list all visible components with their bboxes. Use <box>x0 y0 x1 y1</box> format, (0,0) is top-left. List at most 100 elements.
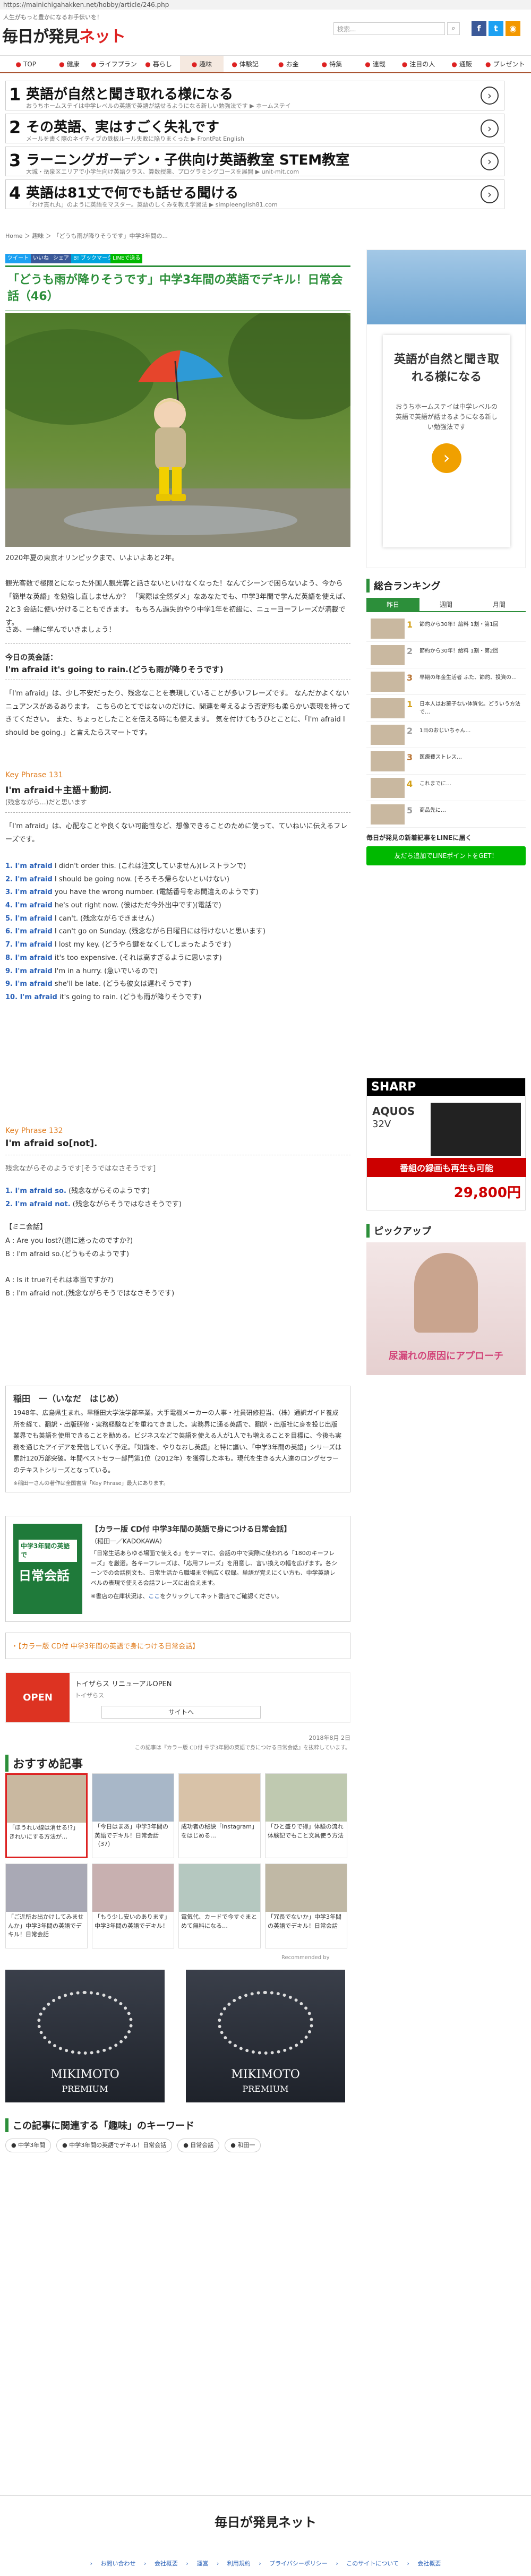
chevron-right-icon[interactable]: › <box>481 119 499 138</box>
text-ad-2[interactable]: 2 その英語、実はすごく失礼です メールを書く際のネイティブの鉄板ルール失敗に陥りま… <box>5 114 504 143</box>
logo-net: ネット <box>79 28 126 46</box>
recommend-card[interactable]: 成功者の秘訣「Instagram」をはじめる… <box>178 1773 261 1858</box>
book-description: 「日常生活あらゆる場面で使える」をテーマに、会話の中で実際に使われる「180のキ… <box>91 1550 338 1587</box>
nav-item-1[interactable]: ● 健康 <box>48 56 91 72</box>
share-button[interactable]: シェア <box>51 254 71 263</box>
toysrus-banner[interactable]: OPEN トイザらス リニューアルOPEN トイザらス サイトへ <box>5 1672 350 1723</box>
kp131-example: 3. I'm afraid you have the wrong number.… <box>5 886 350 899</box>
key-phrase-131-sub: (残念ながら…)だと思います <box>5 798 87 806</box>
ad-subtitle: 大城・岳泉区エリアで小学生向け英語クラス、算数授業、プログラミングコースを展開 … <box>26 168 299 175</box>
ranking-item[interactable]: 1 日本人はお菓子ない体質化。どういう方法で… <box>366 695 526 722</box>
nav-item-3[interactable]: ● 暮らし <box>137 56 181 72</box>
kp131-example: 1. I'm afraid I didn't order this. (これは注… <box>5 860 350 873</box>
site-logo[interactable]: 毎日が発見ネット <box>2 23 126 47</box>
example-rest: you have the wrong number. (電話番号をお間違えのよう… <box>52 888 259 897</box>
footer-link[interactable]: › 利用規約 <box>217 2560 259 2567</box>
pickup-ad[interactable]: 尿漏れの原因にアプローチ <box>366 1242 526 1375</box>
kp131-example: 10. I'm afraid it's going to rain. (どうも雨… <box>5 991 350 1004</box>
kp131-example: 8. I'm afraid it's too expensive. (それは高す… <box>5 952 350 965</box>
example-number: 8. <box>5 954 15 962</box>
nav-item-2[interactable]: ● ライフプラン <box>91 56 137 72</box>
nav-item-10[interactable]: ● 通販 <box>440 56 484 72</box>
breadcrumb[interactable]: Home ＞ 趣味 ＞ 「どうも雨が降りそうです」中学3年間の... <box>5 231 168 240</box>
hatena-button[interactable]: B! ブックマーク <box>71 254 115 263</box>
line-share-button[interactable]: LINEで送る <box>110 254 143 263</box>
chevron-right-icon[interactable]: › <box>481 152 499 170</box>
recommend-card[interactable]: 「ご近所お出かけしてみませんか」中学3年間の英語でデキル！日常会話 <box>5 1864 88 1948</box>
keyword-tag[interactable]: ● 中学3年間 <box>5 2139 52 2152</box>
mikimoto-ad-2[interactable]: MIKIMOTO PREMIUM <box>186 1970 345 2102</box>
example-rest: I'm in a hurry. (急いでいるので) <box>52 967 158 975</box>
nav-item-9[interactable]: ● 注目の人 <box>397 56 440 72</box>
ranking-item[interactable]: 2 1日のおじいちゃん… <box>366 722 526 748</box>
book-cover-image[interactable]: 中学3年間の英語で 日常会話 <box>13 1524 82 1614</box>
chevron-right-icon[interactable]: › <box>481 87 499 105</box>
global-nav: ● TOP ● 健康 ● ライフプラン ● 暮らし ● 趣味 ● 体験記 ● お金 ● 特集 ● 連載 ● 注目の人 ●… <box>0 55 531 73</box>
example-rest: it's going to rain. (どうも雨が降りそうです) <box>57 993 202 1001</box>
ranking-tab[interactable]: 月間 <box>473 598 526 611</box>
line-add-friend-button[interactable]: 友だち追加でLINEポイントをGET！ <box>366 846 526 865</box>
recommend-thumbnail <box>92 1774 174 1822</box>
text-ad-3[interactable]: 3 ラーニングガーデン・子供向け英語教室 STEM教室 大城・岳泉区エリアで小学生向… <box>5 147 504 176</box>
ranking-tab[interactable]: 週間 <box>419 598 473 611</box>
keyword-tag[interactable]: ● 和田一 <box>225 2139 261 2152</box>
ranking-line-text: 毎日が発見の新着記事をLINEに届く <box>366 834 472 842</box>
ranking-item[interactable]: 4 これまでに… <box>366 775 526 801</box>
footer-link[interactable]: › 会社概要 <box>407 2560 441 2567</box>
ranking-item[interactable]: 5 商品先に… <box>366 801 526 828</box>
recommend-card[interactable]: 「ひと盛りで得」体験の流れ体験記でもこと文具使う方法 <box>265 1773 347 1858</box>
pickup-image <box>414 1253 478 1333</box>
ranking-tab[interactable]: 昨日 <box>366 598 419 611</box>
sharp-price: 29,800円 <box>453 1185 521 1201</box>
chevron-right-icon[interactable]: › <box>481 185 499 203</box>
ranking-item[interactable]: 3 医療費ストレス… <box>366 748 526 775</box>
nav-item-5[interactable]: ● 体験記 <box>224 56 267 72</box>
search-input[interactable]: 検索... <box>333 22 445 35</box>
text-ad-1[interactable]: 1 英語が自然と聞き取れる様になる おうちホームステイは中学レベルの英語で英語が話せ… <box>5 81 504 110</box>
tweet-button[interactable]: ツイート <box>5 254 31 263</box>
ranking-title-text: 商品先に… <box>419 808 446 813</box>
like-button[interactable]: いいね <box>31 254 51 263</box>
nav-item-8[interactable]: ● 連載 <box>354 56 397 72</box>
footer-link[interactable]: › お問い合わせ <box>90 2560 144 2567</box>
twitter-icon[interactable]: t <box>489 21 503 36</box>
nav-item-6[interactable]: ● お金 <box>267 56 310 72</box>
side-ad[interactable]: 英語が自然と聞き取れる様になる おうちホームステイは中学レベルの英語で英語が話せ… <box>366 250 526 568</box>
mikimoto-ad-1[interactable]: MIKIMOTO PREMIUM <box>5 1970 165 2102</box>
footer-link[interactable]: › 会社概要 <box>144 2560 186 2567</box>
recommend-card[interactable]: 「冗長でないか」中学3年間の英語でデキル！日常会話 <box>265 1864 347 1948</box>
ad-number: 2 <box>9 117 21 138</box>
search-icon[interactable]: ⌕ <box>447 22 460 35</box>
book-store-link[interactable]: ここ <box>148 1593 160 1600</box>
ranking-item[interactable]: 3 早期の年金生活者 ふた、節約、投資の… <box>366 668 526 695</box>
example-rest: I didn't order this. (これは注文していません)(レストラン… <box>52 862 246 870</box>
ranking-item[interactable]: 1 節約から30年！給料 1割・第1回 <box>366 615 526 642</box>
keyword-tag[interactable]: ● 日常会話 <box>177 2139 220 2152</box>
recommend-card[interactable]: 電気代、カードで今すぐまとめて無料になる… <box>178 1864 261 1948</box>
nav-item-11[interactable]: ● プレゼント <box>483 56 527 72</box>
nav-item-7[interactable]: ● 特集 <box>310 56 354 72</box>
facebook-icon[interactable]: f <box>472 21 486 36</box>
rss-icon[interactable]: ◉ <box>506 21 520 36</box>
nav-item-4[interactable]: ● 趣味 <box>180 56 224 72</box>
footer-link[interactable]: › 運営 <box>186 2560 216 2567</box>
side-ad-arrow-button[interactable]: › <box>432 443 461 473</box>
related-book-link[interactable]: ・【カラー版 CD付 中学3年間の英語で身につける日常会話】 <box>11 1643 199 1651</box>
recommend-card[interactable]: 「今日はまあ」中学3年間の英語でデキル！日常会話（37） <box>92 1773 174 1858</box>
banner-cta[interactable]: サイトへ <box>101 1706 261 1719</box>
footer-link[interactable]: › プライバシーポリシー <box>259 2560 336 2567</box>
keywords-list: ● 中学3年間 ● 中学3年間の英語でデキル！日常会話 ● 日常会話 ● 和田一 <box>5 2139 350 2152</box>
recommend-grid: 「ほうれい線は消せる!?」きれいにする方法が… 「今日はまあ」中学3年間の英語でデ… <box>5 1773 350 1954</box>
ranking-item[interactable]: 2 節約から30年！給料 1割・第2回 <box>366 642 526 668</box>
nav-item-0[interactable]: ● TOP <box>4 56 48 72</box>
tv-image <box>431 1103 521 1156</box>
footer-logo[interactable]: 毎日が発見ネット <box>0 2512 531 2530</box>
keyword-tag[interactable]: ● 中学3年間の英語でデキル！日常会話 <box>56 2139 173 2152</box>
footer-link[interactable]: › このサイトについて <box>336 2560 407 2567</box>
text-ad-4[interactable]: 4 英語は81丈で何でも話せる聞ける 「わけ貫れ丸」のように英語をマスター。英語のし… <box>5 179 504 209</box>
sharp-ad[interactable]: SHARP AQUOS 32V 番組の録画も再生も可能 29,800円 <box>366 1078 526 1210</box>
recommend-card[interactable]: 「もう少し安いのあります」中学3年間の英語でデキル！ <box>92 1864 174 1948</box>
browser-url[interactable]: https://mainichigahakken.net/hobby/artic… <box>0 0 531 10</box>
recommend-card[interactable]: 「ほうれい線は消せる!?」きれいにする方法が… <box>5 1773 88 1858</box>
intro-para-1: 2020年夏の東京オリンピックまで、いよいよあと2年。 <box>5 554 179 562</box>
